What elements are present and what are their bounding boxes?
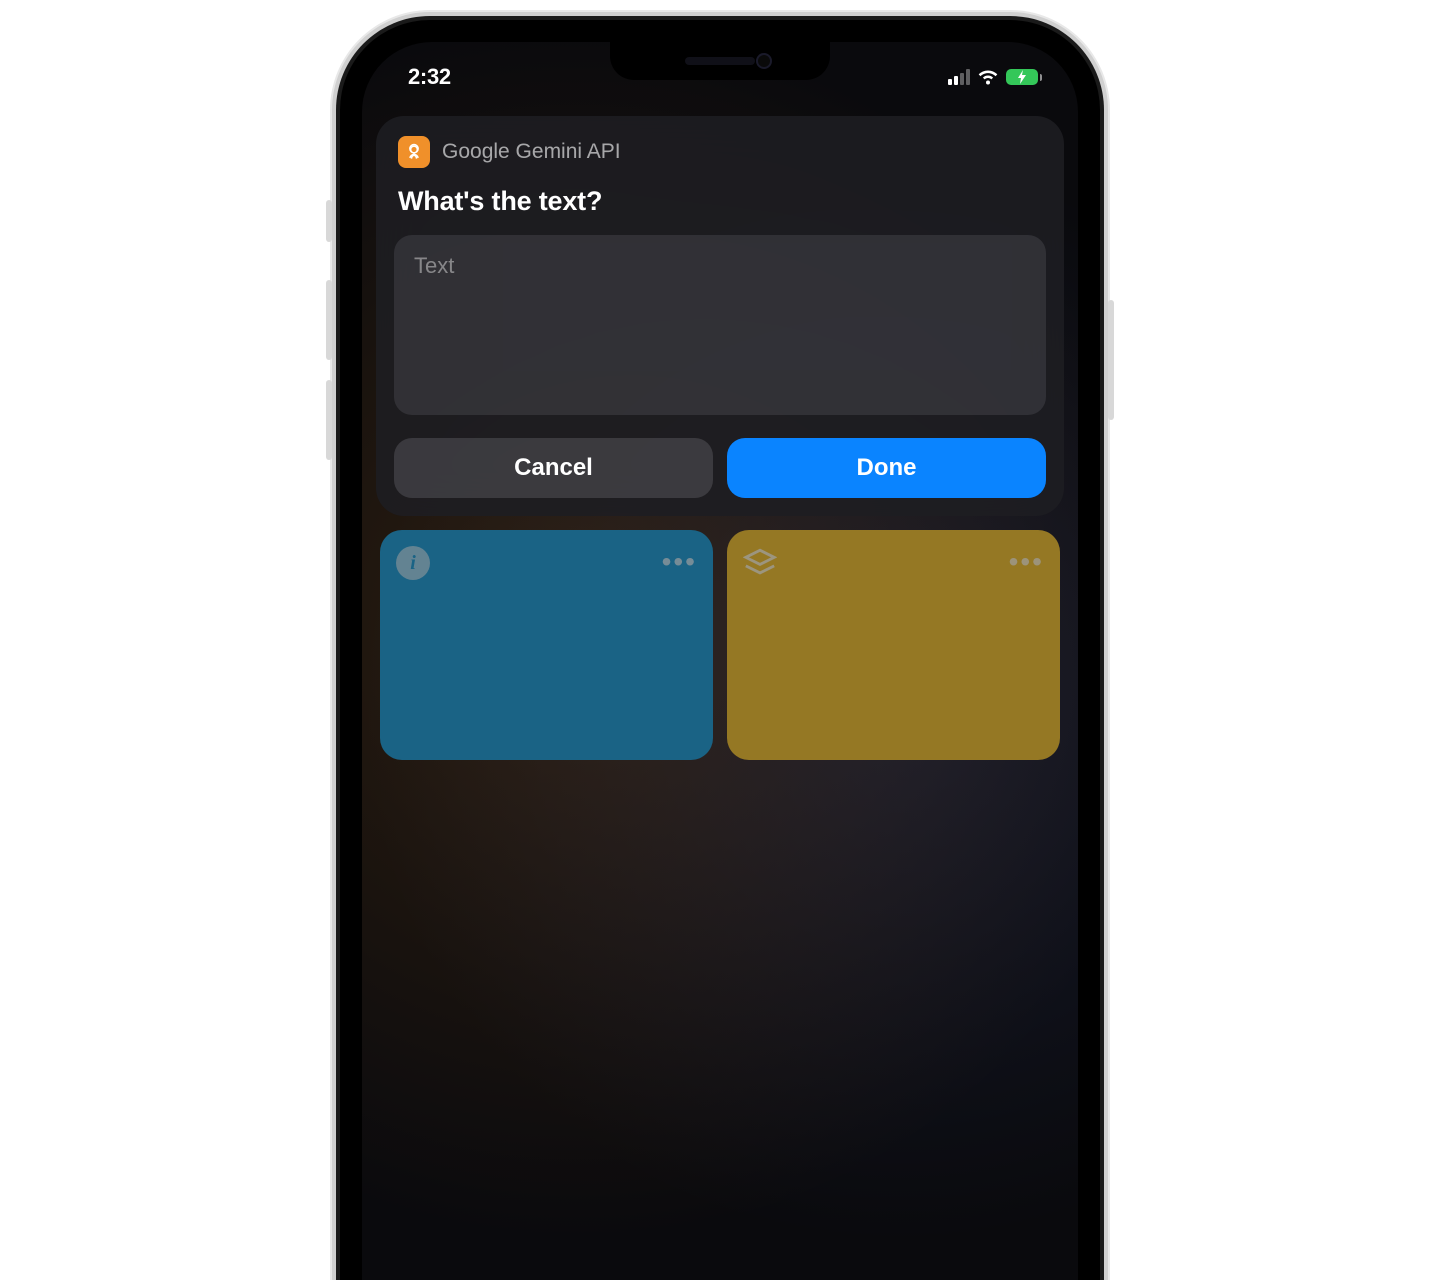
- screen: i ••• ••• 2:32: [362, 42, 1078, 1280]
- done-button[interactable]: Done: [727, 438, 1046, 498]
- silence-switch: [326, 200, 332, 242]
- battery-icon: [1006, 69, 1042, 85]
- background-card-blue: i •••: [380, 530, 713, 760]
- info-icon: i: [396, 546, 430, 580]
- dialog-prompt-title: What's the text?: [398, 186, 1042, 217]
- dialog-button-row: Cancel Done: [394, 438, 1046, 498]
- wifi-icon: [977, 69, 999, 85]
- background-cards: i ••• •••: [380, 530, 1060, 760]
- shortcuts-app-icon: [398, 136, 430, 168]
- more-icon: •••: [1009, 548, 1044, 576]
- notch: [610, 42, 830, 80]
- cellular-icon: [948, 69, 970, 85]
- status-indicators: [948, 69, 1046, 85]
- layers-icon: [743, 546, 777, 580]
- status-time: 2:32: [394, 64, 451, 90]
- dialog-header: Google Gemini API: [394, 136, 1046, 168]
- speaker-grille: [685, 57, 755, 65]
- text-prompt-dialog: Google Gemini API What's the text? Cance…: [376, 116, 1064, 516]
- text-input[interactable]: [394, 235, 1046, 415]
- front-camera: [756, 53, 772, 69]
- power-button: [1108, 300, 1114, 420]
- phone-frame: i ••• ••• 2:32: [340, 20, 1100, 1280]
- volume-up-button: [326, 280, 332, 360]
- volume-down-button: [326, 380, 332, 460]
- cancel-button[interactable]: Cancel: [394, 438, 713, 498]
- more-icon: •••: [662, 548, 697, 576]
- dialog-app-name: Google Gemini API: [442, 140, 621, 164]
- charging-bolt-icon: [1017, 70, 1027, 84]
- background-card-yellow: •••: [727, 530, 1060, 760]
